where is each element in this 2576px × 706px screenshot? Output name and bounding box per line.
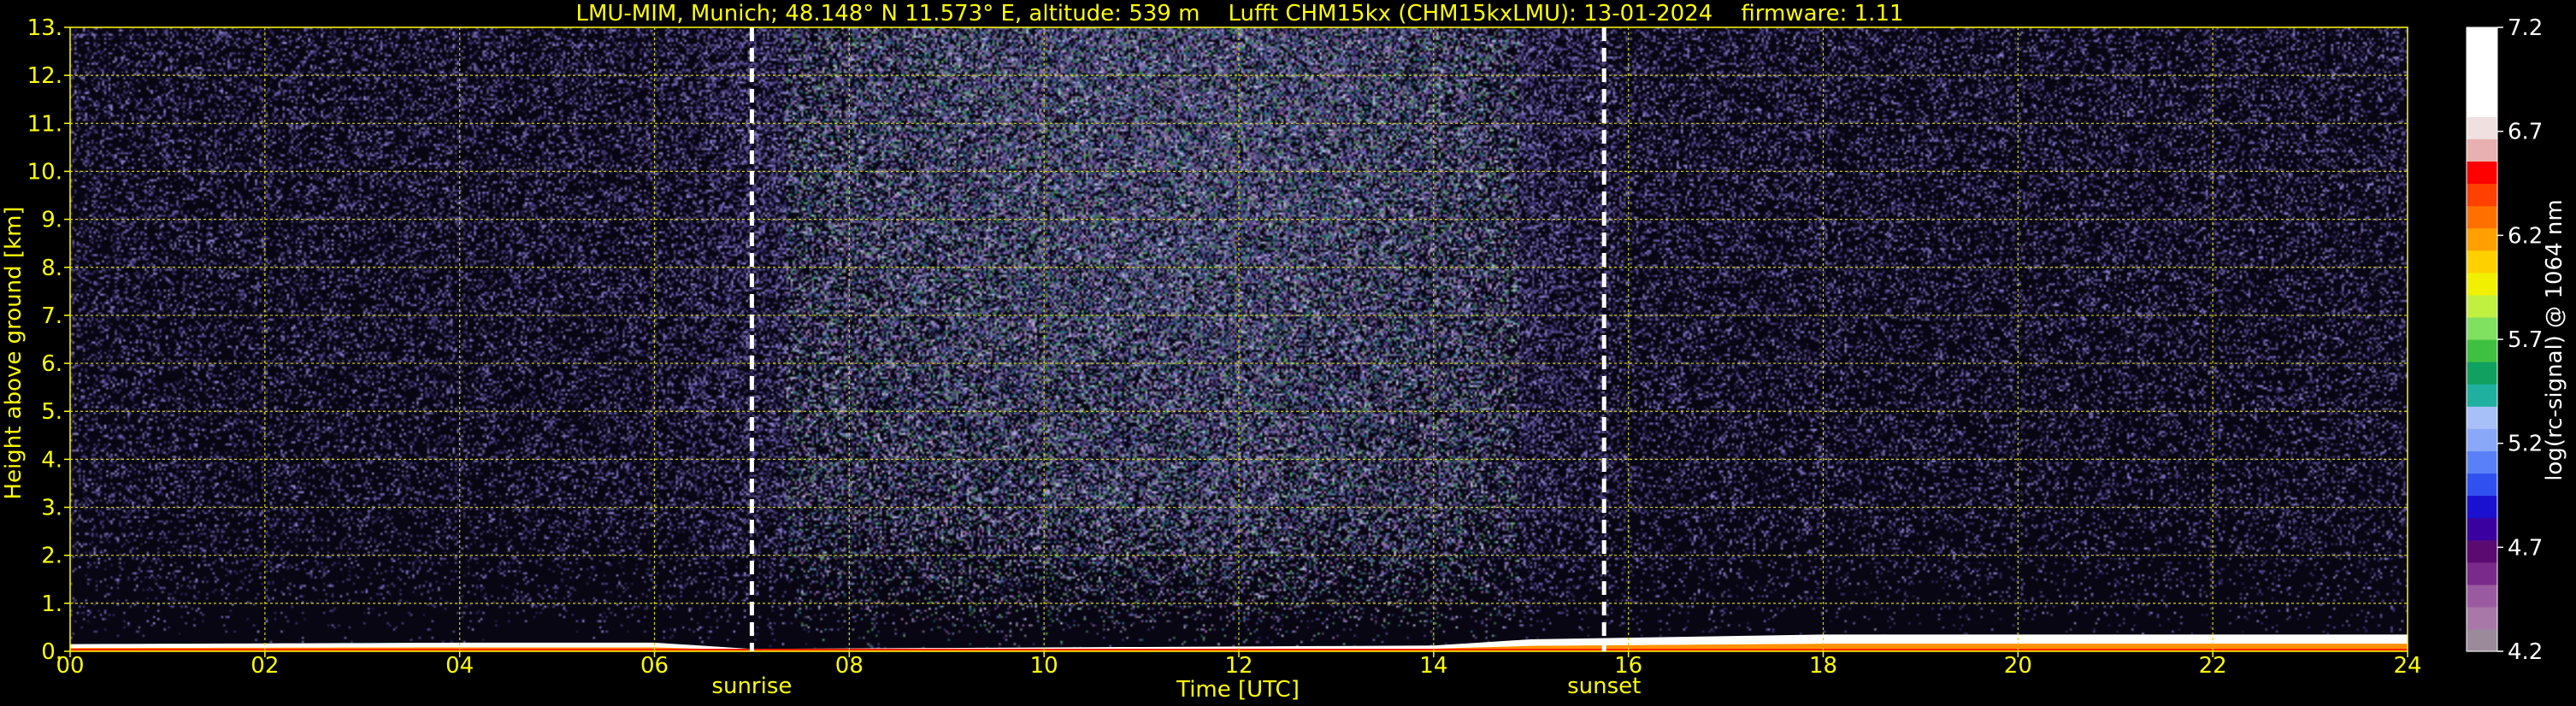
colorbar-tick-label: 5.2: [2508, 432, 2543, 457]
y-tick-label: 12.: [27, 63, 62, 89]
colorbar-tick-label: 4.2: [2508, 639, 2543, 665]
y-tick-label: 0.: [41, 639, 62, 665]
chart-title: LMU-MIM, Munich; 48.148° N 11.573° E, al…: [575, 1, 1903, 26]
y-tick-label: 6.: [41, 351, 62, 377]
colorbar-swatch: [2467, 205, 2497, 229]
colorbar-swatch: [2467, 316, 2497, 340]
ceilometer-figure: LMU-MIM, Munich; 48.148° N 11.573° E, al…: [0, 0, 2576, 706]
colorbar-tick-label: 5.7: [2508, 327, 2543, 353]
x-tick-label: 08: [835, 653, 864, 679]
y-tick-label: 1.: [41, 591, 62, 617]
colorbar-swatch: [2467, 495, 2497, 519]
x-tick-label: 06: [640, 653, 669, 679]
y-tick-label: 7.: [41, 303, 62, 329]
colorbar-swatch: [2467, 450, 2497, 474]
colorbar-swatch: [2467, 384, 2497, 407]
colorbar-swatch: [2467, 161, 2497, 185]
x-tick-label: 18: [1809, 653, 1837, 679]
y-tick-label: 8.: [41, 256, 62, 281]
colorbar-swatch: [2467, 562, 2497, 585]
x-tick-label: 02: [251, 653, 279, 679]
colorbar-swatch: [2467, 294, 2497, 318]
colorbar-tick-label: 6.7: [2508, 120, 2543, 145]
colorbar-tick-label: 6.2: [2508, 223, 2543, 249]
colorbar-swatch: [2467, 183, 2497, 207]
colorbar-swatch: [2467, 584, 2497, 608]
colorbar-swatch: [2467, 116, 2497, 139]
y-tick-label: 11.: [27, 111, 62, 137]
x-tick-label: 16: [1614, 653, 1642, 679]
y-tick-label: 3.: [41, 496, 62, 521]
y-axis-label: Height above ground [km]: [1, 206, 27, 499]
colorbar-tick-label: 7.2: [2508, 15, 2543, 41]
x-tick-label: 20: [2004, 653, 2032, 679]
colorbar-swatch: [2467, 138, 2497, 162]
colorbar-swatch: [2467, 250, 2497, 274]
colorbar-swatch: [2467, 94, 2497, 117]
colorbar-swatch: [2467, 606, 2497, 630]
colorbar-swatch: [2467, 227, 2497, 251]
colorbar-label: log(rc-signal) @ 1064 nm: [2542, 199, 2567, 480]
colorbar-tick-label: 4.7: [2508, 535, 2543, 561]
x-tick-label: 24: [2393, 653, 2421, 679]
colorbar-swatch: [2467, 72, 2497, 95]
colorbar-swatch: [2467, 539, 2497, 563]
x-tick-label: 12: [1224, 653, 1253, 679]
colorbar-swatch: [2467, 50, 2497, 73]
y-tick-label: 4.: [41, 447, 62, 473]
x-tick-label: 22: [2199, 653, 2227, 679]
colorbar-swatch: [2467, 628, 2497, 652]
colorbar-swatch: [2467, 272, 2497, 296]
colorbar-swatch: [2467, 428, 2497, 451]
x-tick-label: 10: [1030, 653, 1058, 679]
y-tick-label: 5.: [41, 399, 62, 425]
y-tick-label: 9.: [41, 208, 62, 233]
x-tick-label: 04: [445, 653, 474, 679]
colorbar-swatch: [2467, 27, 2497, 50]
x-tick-label: 14: [1419, 653, 1447, 679]
y-tick-label: 2.: [41, 544, 62, 569]
colorbar-swatch: [2467, 473, 2497, 497]
colorbar-swatch: [2467, 406, 2497, 429]
sunrise-label: sunrise: [711, 674, 792, 699]
y-tick-label: 10.: [27, 159, 62, 185]
x-axis-label: Time [UTC]: [1176, 677, 1300, 703]
colorbar-swatch: [2467, 362, 2497, 385]
colorbar-swatch: [2467, 339, 2497, 362]
y-tick-label: 13.: [27, 15, 62, 41]
colorbar-swatch: [2467, 517, 2497, 541]
